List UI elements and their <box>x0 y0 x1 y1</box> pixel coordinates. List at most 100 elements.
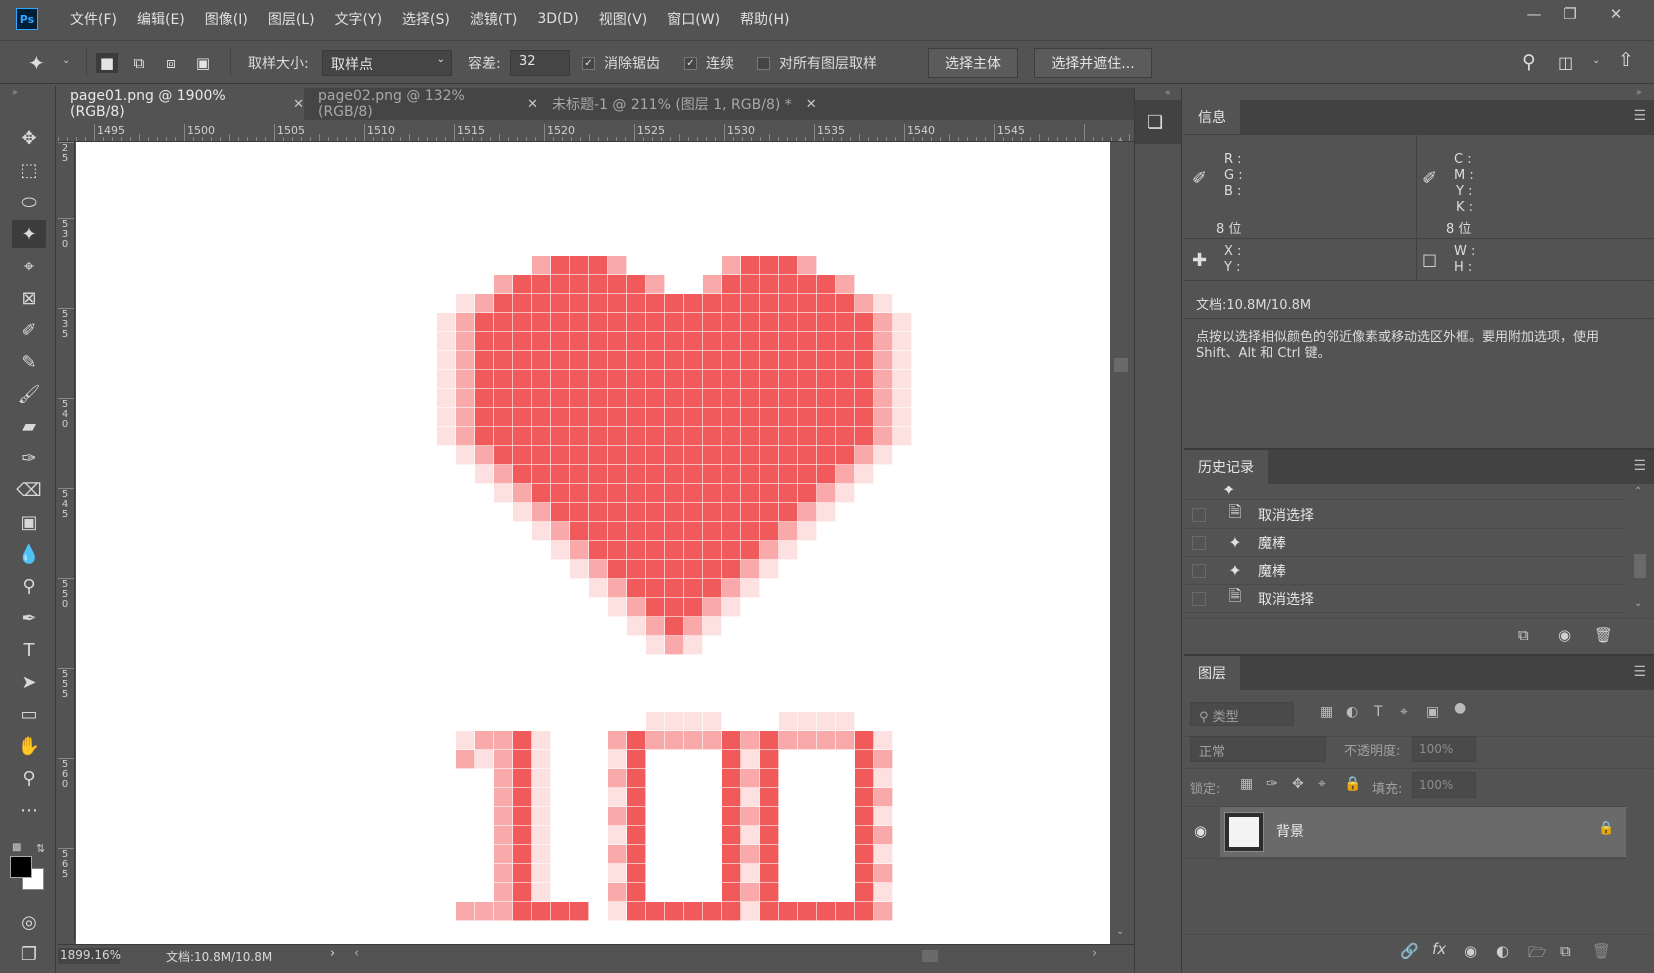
history-brush-tool-icon[interactable]: ✑ <box>12 444 46 472</box>
eye-icon[interactable]: ◉ <box>1194 822 1207 840</box>
move-tool-icon[interactable]: ✥ <box>12 124 46 152</box>
lock-position-icon[interactable]: ✥ <box>1292 776 1304 792</box>
clone-stamp-tool-icon[interactable]: ▰ <box>12 412 46 440</box>
history-item[interactable]: ✦ 魔棒 <box>1184 529 1626 557</box>
new-document-from-state-icon[interactable]: ⧉ <box>1518 626 1529 644</box>
blur-tool-icon[interactable]: 💧 <box>12 540 46 568</box>
scroll-up-icon[interactable]: ⌃ <box>1116 138 1124 149</box>
new-selection-icon[interactable]: ■ <box>96 53 118 73</box>
contiguous-checkbox[interactable]: ✓ <box>684 57 697 70</box>
history-item[interactable]: ✦ 魔棒 <box>1184 557 1626 585</box>
folder-icon[interactable]: 🗁 <box>1528 942 1547 967</box>
scroll-left-icon[interactable]: ‹ <box>354 946 359 961</box>
sample-all-layers-checkbox[interactable] <box>757 57 770 70</box>
shape-filter-icon[interactable]: ⌖ <box>1400 704 1408 720</box>
magic-wand-preset-icon[interactable]: ✦ <box>28 51 45 75</box>
adjustment-filter-icon[interactable]: ◐ <box>1346 704 1358 720</box>
share-icon[interactable]: ⇧ <box>1618 49 1634 71</box>
menu-3d[interactable]: 3D(D) <box>527 0 588 38</box>
type-filter-icon[interactable]: T <box>1374 704 1383 720</box>
tab-info[interactable]: 信息 <box>1184 100 1240 134</box>
workspace-icon[interactable]: ◫ <box>1558 53 1573 72</box>
history-item[interactable]: 🗎 取消选择 <box>1184 585 1626 613</box>
menu-help[interactable]: 帮助(H) <box>730 0 799 38</box>
swap-colors-icon[interactable]: ⇅ <box>36 842 45 855</box>
healing-brush-tool-icon[interactable]: ✎ <box>12 348 46 376</box>
scroll-up-icon[interactable]: ⌃ <box>1634 486 1642 497</box>
close-window-icon[interactable]: ✕ <box>1596 2 1636 26</box>
tab-layers[interactable]: 图层 <box>1184 656 1240 690</box>
magic-wand-tool-icon[interactable]: ✦ <box>12 220 46 248</box>
add-mask-icon[interactable]: ◉ <box>1464 942 1477 960</box>
new-layer-icon[interactable]: ⧉ <box>1560 942 1571 960</box>
layers-scrollbar[interactable] <box>1628 806 1652 926</box>
vertical-scrollbar[interactable]: ⌃ ⌄ <box>1112 138 1130 944</box>
tab-page02[interactable]: page02.png @ 132%(RGB/8) ✕ <box>306 88 538 120</box>
tab-history[interactable]: 历史记录 <box>1184 450 1268 484</box>
image-filter-icon[interactable]: ▦ <box>1320 704 1333 720</box>
quick-mask-icon[interactable]: ◎ <box>12 908 46 936</box>
scrollbar-thumb[interactable] <box>1634 554 1646 578</box>
history-snapshot-box[interactable] <box>1192 535 1206 550</box>
blend-mode-select[interactable]: 正常 <box>1190 736 1326 762</box>
fill-input[interactable]: 100% <box>1412 772 1476 798</box>
expand-icon[interactable]: » <box>1636 88 1642 98</box>
menu-layer[interactable]: 图层(L) <box>258 0 325 38</box>
scroll-right-icon[interactable]: › <box>1092 946 1097 961</box>
pen-tool-icon[interactable]: ✒ <box>12 604 46 632</box>
history-row-partial[interactable]: ✦ <box>1184 486 1626 500</box>
tab-untitled[interactable]: 未标题-1 @ 211% (图层 1, RGB/8) * ✕ <box>540 88 820 120</box>
chevron-down-icon[interactable]: ⌄ <box>1592 55 1600 66</box>
select-and-mask-button[interactable]: 选择并遮住... <box>1034 48 1152 78</box>
menu-image[interactable]: 图像(I) <box>195 0 258 38</box>
layer-filter-select[interactable]: ⚲ 类型 <box>1190 702 1294 726</box>
link-layers-icon[interactable]: 🔗 <box>1400 942 1419 960</box>
camera-icon[interactable]: ◉ <box>1558 626 1571 644</box>
lock-icon[interactable]: 🔒 <box>1598 821 1614 836</box>
sample-size-select[interactable]: 取样点 ⌄ <box>322 50 452 76</box>
add-to-selection-icon[interactable]: ⧉ <box>128 53 150 73</box>
trash-icon[interactable]: 🗑 <box>1592 942 1611 960</box>
scrollbar-thumb[interactable] <box>1114 358 1128 372</box>
menu-select[interactable]: 选择(S) <box>392 0 460 38</box>
menu-type[interactable]: 文字(Y) <box>325 0 392 38</box>
lock-artboard-icon[interactable]: ⌖ <box>1318 776 1326 792</box>
menu-file[interactable]: 文件(F) <box>60 0 127 38</box>
restore-icon[interactable]: ❐ <box>1550 2 1590 26</box>
foreground-color-swatch[interactable] <box>10 856 32 878</box>
lock-all-icon[interactable]: 🔒 <box>1344 776 1361 792</box>
path-selection-tool-icon[interactable]: ➤ <box>12 668 46 696</box>
default-colors-icon[interactable]: ▩ <box>12 842 21 853</box>
panel-menu-icon[interactable]: ☰ <box>1633 108 1646 124</box>
marquee-tool-icon[interactable]: ⬚ <box>12 156 46 184</box>
scroll-down-icon[interactable]: ⌄ <box>1634 598 1642 609</box>
layer-row-background[interactable]: 背景 🔒 <box>1220 807 1626 857</box>
gradient-tool-icon[interactable]: ▣ <box>12 508 46 536</box>
select-subject-button[interactable]: 选择主体 <box>928 48 1018 78</box>
tab-page01[interactable]: page01.png @ 1900%(RGB/8) ✕ <box>58 88 304 120</box>
search-icon[interactable]: ⚲ <box>1522 51 1536 73</box>
hand-tool-icon[interactable]: ✋ <box>12 732 46 760</box>
close-icon[interactable]: ✕ <box>806 97 817 112</box>
eraser-tool-icon[interactable]: ⌫ <box>12 476 46 504</box>
chevron-down-icon[interactable]: ⌄ <box>62 55 70 66</box>
subtract-from-selection-icon[interactable]: ⧈ <box>160 53 182 73</box>
history-item[interactable]: 🗎 取消选择 <box>1184 501 1626 529</box>
menu-edit[interactable]: 编辑(E) <box>127 0 195 38</box>
zoom-tool-icon[interactable]: ⚲ <box>12 764 46 792</box>
smart-object-filter-icon[interactable]: ▣ <box>1426 704 1439 720</box>
fx-icon[interactable]: fx <box>1432 940 1446 958</box>
close-icon[interactable]: ✕ <box>527 97 538 112</box>
type-tool-icon[interactable]: T <box>12 636 46 664</box>
trash-icon[interactable]: 🗑 <box>1594 626 1613 644</box>
lasso-tool-icon[interactable]: ⬭ <box>12 188 46 216</box>
opacity-input[interactable]: 100% <box>1412 736 1476 762</box>
history-scrollbar[interactable]: ⌃ ⌄ <box>1628 486 1652 616</box>
collapse-icon[interactable]: » <box>12 88 18 98</box>
menu-view[interactable]: 视图(V) <box>589 0 658 38</box>
hscrollbar-thumb[interactable] <box>922 950 938 962</box>
rectangle-tool-icon[interactable]: ▭ <box>12 700 46 728</box>
brush-tool-icon[interactable]: 🖌 <box>12 380 46 408</box>
tolerance-input[interactable]: 32 <box>510 50 570 76</box>
zoom-level[interactable]: 1899.16% <box>58 948 121 964</box>
